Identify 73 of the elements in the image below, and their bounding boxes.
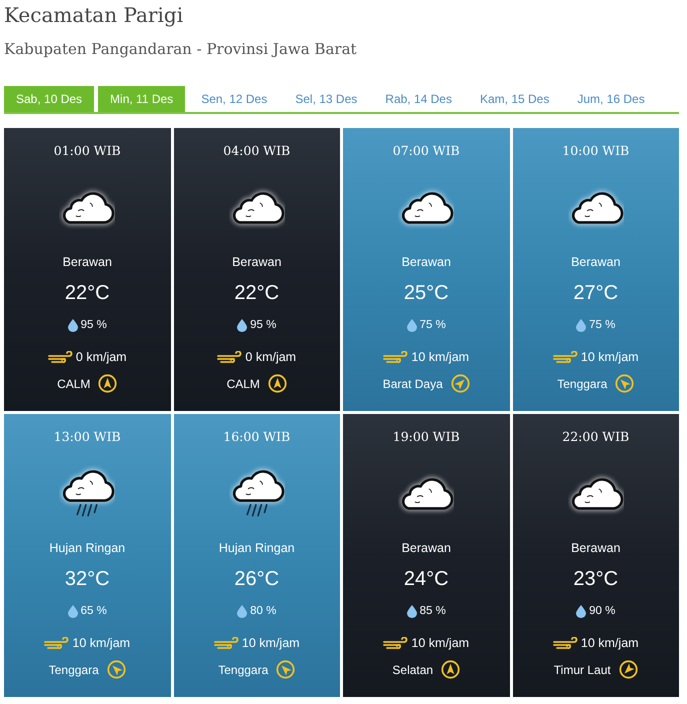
wind-direction: Barat Daya xyxy=(382,376,443,392)
wind-speed: 10 km/jam xyxy=(242,635,300,651)
temperature: 23°C xyxy=(573,567,618,591)
weather-condition: Hujan Ringan xyxy=(49,540,126,556)
wind-direction: Timur Laut xyxy=(554,662,611,678)
wind-direction: CALM xyxy=(57,376,90,392)
humidity-value: 95 % xyxy=(250,318,276,333)
wind-speed: 10 km/jam xyxy=(411,349,470,365)
date-tab[interactable]: Sen, 12 Des xyxy=(189,86,280,112)
water-drop-icon xyxy=(237,604,248,618)
water-drop-icon xyxy=(406,604,417,618)
forecast-time: 16:00 WIB xyxy=(223,428,290,446)
temperature: 27°C xyxy=(573,281,618,305)
wind-icon xyxy=(48,350,74,364)
wind-direction: Tenggara xyxy=(48,662,99,678)
wind-speed: 0 km/jam xyxy=(76,349,127,365)
humidity-value: 95 % xyxy=(80,318,107,333)
temperature: 26°C xyxy=(234,567,280,591)
temperature: 25°C xyxy=(404,281,449,305)
humidity-value: 80 % xyxy=(250,604,276,619)
forecast-time: 22:00 WIB xyxy=(562,428,630,446)
date-tab[interactable]: Kam, 15 Des xyxy=(468,86,562,112)
temperature: 22°C xyxy=(64,281,110,305)
water-drop-icon xyxy=(576,604,586,618)
humidity-value: 75 % xyxy=(589,318,616,333)
water-drop-icon xyxy=(406,318,417,332)
wind-direction: Tenggara xyxy=(557,376,608,392)
date-tab[interactable]: Sab, 10 Des xyxy=(4,86,94,112)
wind-speed: 10 km/jam xyxy=(411,635,470,651)
water-drop-icon xyxy=(576,318,586,332)
temperature: 24°C xyxy=(404,567,449,591)
weather-condition: Berawan xyxy=(571,254,620,270)
forecast-time: 10:00 WIB xyxy=(562,142,630,160)
humidity-value: 85 % xyxy=(420,604,446,619)
wind-icon xyxy=(44,636,70,650)
wind-speed: 10 km/jam xyxy=(580,349,639,365)
humidity-value: 75 % xyxy=(420,318,446,333)
date-tab[interactable]: Sel, 13 Des xyxy=(283,86,370,112)
forecast-time: 19:00 WIB xyxy=(392,428,460,446)
forecast-time: 07:00 WIB xyxy=(392,142,460,160)
wind-icon xyxy=(552,350,579,364)
weather-condition: Berawan xyxy=(402,540,451,556)
date-tab[interactable]: Rab, 14 Des xyxy=(373,86,464,112)
forecast-time: 01:00 WIB xyxy=(54,142,121,160)
water-drop-icon xyxy=(68,604,78,618)
weather-condition: Berawan xyxy=(62,254,112,270)
wind-direction: CALM xyxy=(226,376,260,392)
weather-condition: Berawan xyxy=(232,254,282,270)
forecast-time: 13:00 WIB xyxy=(54,428,121,446)
wind-speed: 10 km/jam xyxy=(72,635,130,651)
weather-condition: Berawan xyxy=(571,540,620,556)
wind-direction: Tenggara xyxy=(218,662,268,678)
location-title: Kecamatan Parigi xyxy=(4,2,184,27)
wind-direction: Selatan xyxy=(392,662,434,678)
forecast-time: 04:00 WIB xyxy=(223,142,290,160)
date-tab[interactable]: Jum, 16 Des xyxy=(565,86,657,112)
weather-condition: Berawan xyxy=(402,254,451,270)
wind-speed: 0 km/jam xyxy=(245,349,296,365)
wind-icon xyxy=(217,350,244,364)
wind-icon xyxy=(383,636,410,650)
humidity-value: 90 % xyxy=(589,604,616,619)
wind-icon xyxy=(214,636,240,650)
wind-speed: 10 km/jam xyxy=(580,635,639,651)
water-drop-icon xyxy=(237,318,248,332)
date-tab[interactable]: Min, 11 Des xyxy=(98,86,186,112)
humidity-value: 65 % xyxy=(80,604,107,619)
wind-icon xyxy=(383,350,410,364)
temperature: 32°C xyxy=(64,567,110,591)
water-drop-icon xyxy=(68,318,78,332)
wind-icon xyxy=(552,636,579,650)
location-subtitle: Kabupaten Pangandaran - Provinsi Jawa Barat xyxy=(4,39,357,59)
weather-condition: Hujan Ringan xyxy=(218,540,295,556)
temperature: 22°C xyxy=(234,281,280,305)
